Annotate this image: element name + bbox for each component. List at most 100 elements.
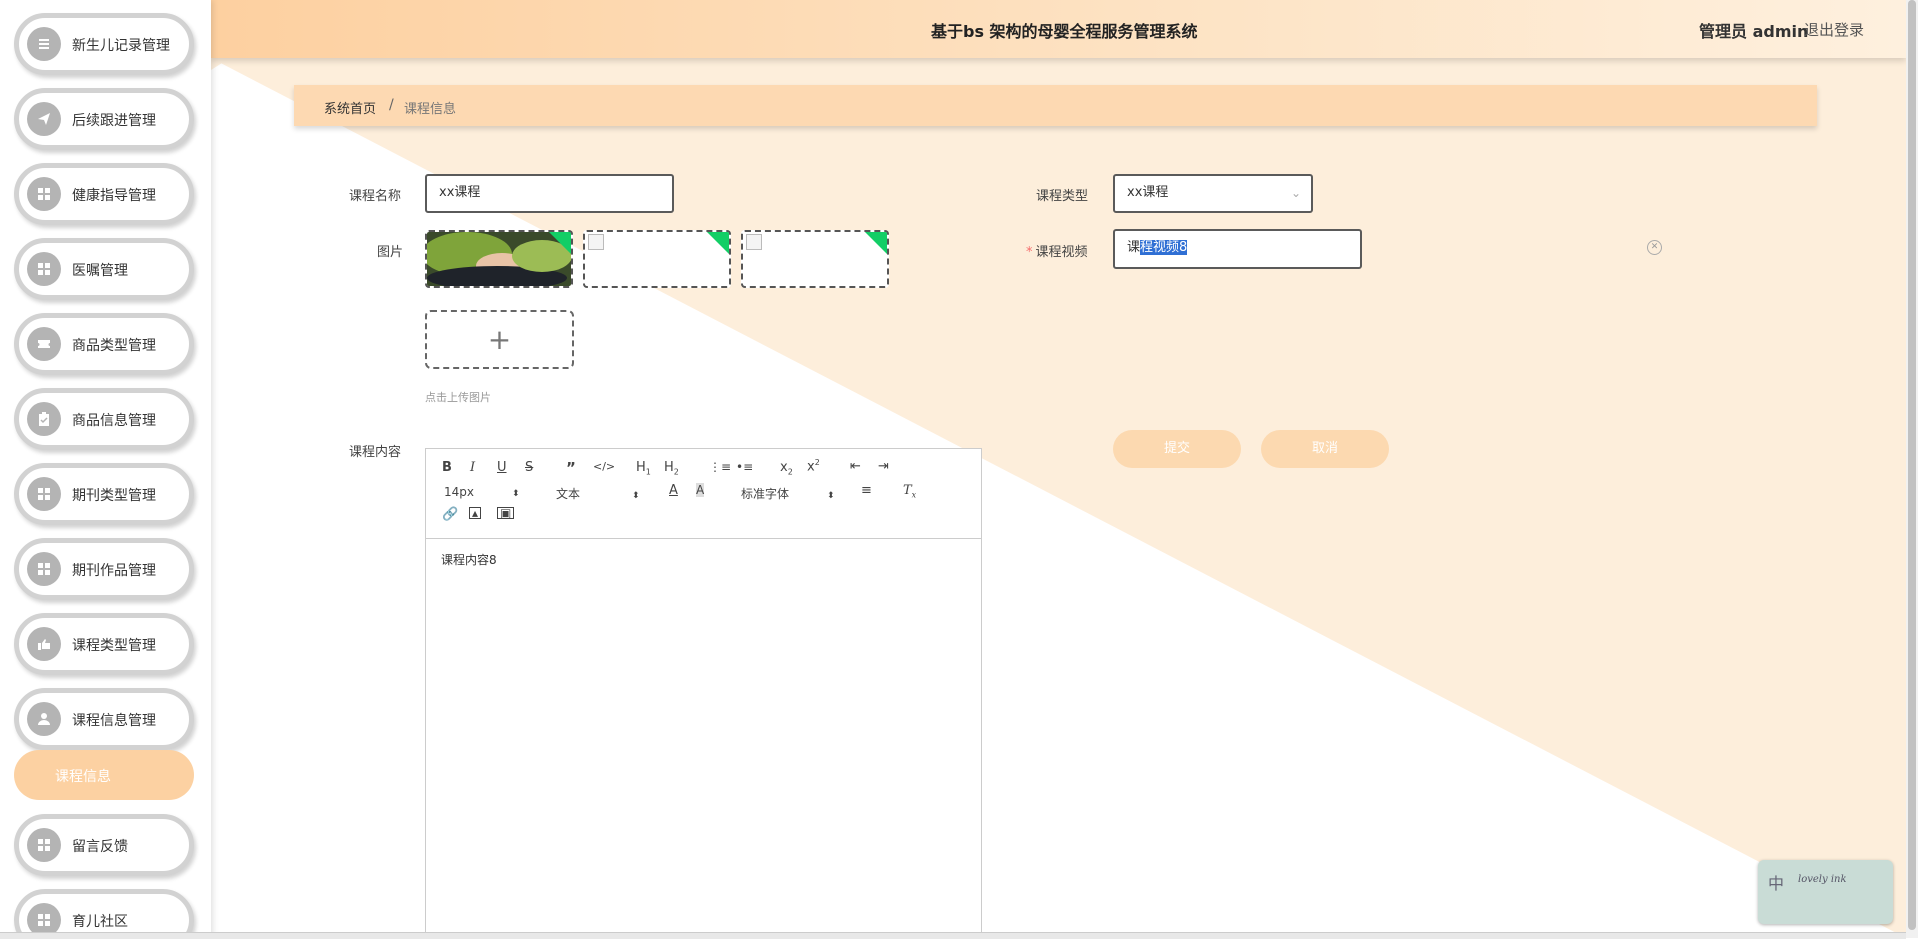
vertical-scrollbar[interactable] [1906,0,1918,938]
sidebar-item-newborn-records[interactable]: 新生儿记录管理 [14,13,194,75]
upload-tip: 点击上传图片 [425,391,491,404]
course-video-value-prefix: 课 [1127,240,1141,255]
sidebar-item-feedback[interactable]: 留言反馈 [14,814,194,876]
code-icon[interactable]: </> [593,460,615,473]
image-thumbnail-2[interactable] [583,230,731,288]
ticket-icon [27,327,61,361]
blockquote-icon[interactable]: ” [566,459,576,477]
broken-image-icon [588,234,604,250]
image-thumbnail-3[interactable] [741,230,889,288]
sidebar-item-health-guide[interactable]: 健康指导管理 [14,163,194,225]
course-name-value: xx课程 [439,185,481,200]
sidebar-item-course-info[interactable]: 课程信息管理 [14,688,194,750]
sidebar-item-label: 期刊类型管理 [72,488,156,504]
font-size-select[interactable]: 14px ⬍ [444,485,520,499]
course-type-select[interactable]: xx课程 ⌄ [1113,174,1313,213]
video-icon[interactable]: ▣ [497,507,515,519]
sidebar-item-journal-types[interactable]: 期刊类型管理 [14,463,194,525]
course-name-input[interactable]: xx课程 [425,174,674,213]
sidebar-item-label: 育儿社区 [72,914,128,930]
clear-format-icon[interactable]: Tx [903,483,916,500]
font-size-value: 14px [444,485,474,499]
sidebar-item-label: 后续跟进管理 [72,113,156,129]
link-icon[interactable]: 🔗 [442,507,458,522]
font-family-select[interactable]: 标准字体 ⬍ [741,485,835,502]
ime-brand-text: lovely ink [1798,874,1847,885]
ime-widget[interactable]: 中 lovely ink [1758,860,1893,924]
italic-icon[interactable]: I [470,460,475,475]
sidebar-item-product-info[interactable]: 商品信息管理 [14,388,194,450]
subscript-icon[interactable]: x2 [780,460,793,477]
sidebar-item-label: 课程类型管理 [72,638,156,654]
select-arrows-icon: ⬍ [512,489,520,499]
superscript-icon[interactable]: x2 [807,458,820,474]
outdent-icon[interactable]: ⇤ [850,459,861,474]
sidebar-item-label: 新生儿记录管理 [72,38,170,54]
course-video-input[interactable]: 课程视频8 [1113,229,1362,269]
font-color-icon[interactable]: A [669,483,678,498]
sidebar-item-label: 期刊作品管理 [72,563,156,579]
course-video-label-text: 课程视频 [1035,245,1088,260]
user-icon [27,702,61,736]
image-label: 图片 [377,245,404,260]
sidebar-item-course-types[interactable]: 课程类型管理 [14,613,194,675]
select-arrows-icon: ⬍ [827,491,835,501]
underline-icon[interactable]: U [497,460,507,475]
sidebar-item-label: 商品信息管理 [72,413,156,429]
chevron-down-icon: ⌄ [1290,186,1301,200]
sidebar-item-follow-up[interactable]: 后续跟进管理 [14,88,194,150]
course-content-label: 课程内容 [349,445,402,460]
sidebar-item-product-types[interactable]: 商品类型管理 [14,313,194,375]
grid-icon [27,252,61,286]
sidebar-item-label: 医嘱管理 [72,263,128,279]
grid-icon [27,828,61,862]
clipboard-icon [27,402,61,436]
course-form: 课程名称 xx课程 课程类型 xx课程 ⌄ 图片 + 点击上传图片 * 课程视频 … [0,0,1918,938]
plus-icon: + [487,323,512,356]
h2-icon[interactable]: H2 [664,460,679,477]
align-icon[interactable]: ≡ [861,483,872,498]
sidebar-item-medical-orders[interactable]: 医嘱管理 [14,238,194,300]
paragraph-value: 文本 [556,487,581,501]
upload-success-badge [548,232,571,255]
background-color-icon[interactable]: A [696,483,705,497]
h1-icon[interactable]: H1 [636,460,651,477]
ordered-list-icon[interactable]: ⋮≡ [709,460,731,474]
sidebar-subitem-course-info[interactable]: 课程信息 [14,750,194,800]
grid-icon [27,552,61,586]
select-arrows-icon: ⬍ [632,491,640,501]
clear-icon[interactable]: ✕ [1647,240,1662,255]
sidebar-item-label: 留言反馈 [72,839,128,855]
sidebar-item-label: 健康指导管理 [72,188,156,204]
sidebar-item-parenting-community[interactable]: 育儿社区 [14,889,194,938]
ime-language-toggle[interactable]: 中 [1768,870,1784,894]
sidebar-subitem-label: 课程信息 [55,769,111,785]
bullet-list-icon[interactable]: •≡ [736,460,753,474]
hand-icon [27,627,61,661]
upload-image-button[interactable]: + [425,310,574,369]
cancel-button[interactable]: 取消 [1261,430,1389,468]
submit-button[interactable]: 提交 [1113,430,1241,468]
list-icon [27,27,61,61]
sidebar: 新生儿记录管理 后续跟进管理 健康指导管理 医嘱管理 商品类型管理 商品信息管理… [0,0,211,938]
indent-icon[interactable]: ⇥ [878,459,889,474]
bold-icon[interactable]: B [442,460,452,475]
grid-icon [27,177,61,211]
image-thumbnail-1[interactable] [425,230,573,288]
upload-success-badge [706,232,729,255]
broken-image-icon [746,234,762,250]
scrollbar-thumb[interactable] [1908,0,1916,930]
required-asterisk: * [1026,245,1033,260]
image-icon[interactable]: ▴ [469,507,482,519]
grid-icon [27,477,61,511]
sidebar-item-journal-works[interactable]: 期刊作品管理 [14,538,194,600]
strikethrough-icon[interactable]: S [525,460,533,475]
course-video-label: * 课程视频 [1026,241,1088,260]
course-type-value: xx课程 [1127,185,1169,200]
rich-text-editor: B I U S ” </> H1 H2 ⋮≡ •≡ x2 x2 ⇤ ⇥ 14px… [425,448,982,938]
editor-content[interactable]: 课程内容8 [441,551,497,568]
course-type-label: 课程类型 [1036,189,1089,204]
paragraph-select[interactable]: 文本 ⬍ [556,485,640,502]
editor-toolbar: B I U S ” </> H1 H2 ⋮≡ •≡ x2 x2 ⇤ ⇥ 14px… [426,449,981,539]
send-icon [27,102,61,136]
